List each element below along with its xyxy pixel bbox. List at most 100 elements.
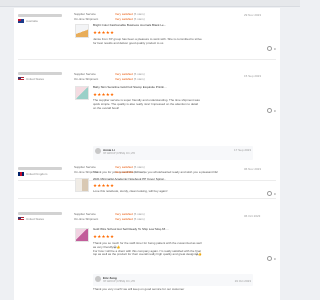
review-text: Love this notebook, sturdy, clean lookin… bbox=[93, 189, 253, 194]
australia-flag-icon bbox=[18, 19, 24, 23]
supplier-count: (5 stars) bbox=[133, 212, 145, 216]
buyer-country: United Kingdom bbox=[26, 172, 48, 176]
thumb-up-icon bbox=[267, 191, 272, 196]
on-time-shipment-label: On-time Shipment bbox=[74, 16, 99, 21]
reviews-panel: Australia Supplier Service On-time Shipm… bbox=[14, 8, 280, 300]
shipment-count: (5 stars) bbox=[133, 169, 145, 174]
reply-text: Thank you very much! we will keep on goo… bbox=[93, 287, 185, 291]
product-title[interactable]: 2021 Minimalist Academic Notebook PP Cov… bbox=[93, 177, 203, 182]
score-values: Very satisfied (5 stars) Very satisfied … bbox=[115, 12, 155, 21]
score-labels: Supplier Service On-time Shipment bbox=[74, 72, 114, 81]
product-thumbnail[interactable] bbox=[75, 178, 89, 192]
review-date: 29 Nov 2023 bbox=[244, 13, 262, 17]
review-line: for best results and deliver good qualit… bbox=[93, 40, 164, 45]
supplier-level: Very satisfied bbox=[115, 72, 133, 76]
score-labels: Supplier Service On-time Shipment bbox=[74, 165, 114, 174]
rating-stars: ★★★★★ bbox=[93, 30, 114, 35]
supplier-reply: Eric Zeng XP GROUP (CHINA) CO.,LTD 19 Oc… bbox=[93, 274, 253, 286]
review-item: United States Supplier Service On-time S… bbox=[14, 202, 280, 300]
review-date: 06 Nov 2023 bbox=[244, 167, 262, 171]
shipment-count: (5 stars) bbox=[133, 76, 145, 81]
product-title[interactable]: Bright Color Fashionable Business Journa… bbox=[93, 23, 203, 28]
score-values: Very satisfied (5 stars) Very satisfied … bbox=[115, 72, 155, 81]
buyer-country: Australia bbox=[26, 19, 38, 23]
like-count: 0 bbox=[274, 191, 276, 196]
buyer-country: United States bbox=[26, 77, 45, 81]
reply-company: XP GROUP (CHINA) CO.,LTD bbox=[103, 280, 136, 283]
shipment-level: Very satisfied bbox=[115, 216, 133, 221]
buyer-name-masked bbox=[18, 14, 62, 17]
review-item: Australia Supplier Service On-time Shipm… bbox=[14, 8, 280, 58]
supplier-reply: Annie Li XP GROUP (CHINA) CO.,LTD 17 Sep… bbox=[93, 146, 253, 160]
supplier-level: Very satisfied bbox=[115, 165, 133, 169]
buyer-name-masked bbox=[18, 167, 62, 170]
like-button[interactable]: 0 bbox=[267, 256, 276, 261]
review-text: Jamie from XP group has been a pleasure … bbox=[93, 37, 253, 46]
rating-stars: ★★★★★ bbox=[93, 92, 114, 97]
review-text: The supplier service is super friendly a… bbox=[93, 98, 253, 110]
divider bbox=[18, 59, 276, 60]
on-time-shipment-label: On-time Shipment bbox=[74, 216, 99, 221]
like-button[interactable]: 0 bbox=[267, 108, 276, 113]
reply-date: 19 Oct 2023 bbox=[234, 279, 251, 283]
review-line: top as well as the product for their ove… bbox=[93, 252, 203, 257]
buyer-name-masked bbox=[18, 72, 62, 75]
rating-stars: ★★★★★ bbox=[93, 234, 114, 239]
supplier-level: Very satisfied bbox=[115, 212, 133, 216]
shipment-level: Very satisfied bbox=[115, 16, 133, 21]
buyer-info: United States bbox=[18, 72, 62, 81]
thumb-up-icon bbox=[267, 256, 272, 261]
product-title[interactable]: Gold Wire School Hot Sell Ready To Ship … bbox=[93, 227, 203, 232]
divider bbox=[18, 198, 276, 199]
supplier-level: Very satisfied bbox=[115, 12, 133, 16]
supplier-avatar bbox=[95, 276, 101, 282]
review-date: 06 Oct 2023 bbox=[244, 214, 261, 218]
buyer-name-masked bbox=[18, 212, 62, 215]
like-button[interactable]: 0 bbox=[267, 46, 276, 51]
buyer-info: United Kingdom bbox=[18, 167, 62, 176]
score-values: Very satisfied (5 stars) Very satisfied … bbox=[115, 165, 155, 174]
product-thumbnail[interactable] bbox=[75, 24, 89, 38]
score-values: Very satisfied (5 stars) Very satisfied … bbox=[115, 212, 155, 221]
buyer-info: Australia bbox=[18, 14, 62, 23]
buyer-country: United States bbox=[26, 217, 45, 221]
united-states-flag-icon bbox=[18, 217, 24, 221]
star-icon: ★ bbox=[109, 92, 115, 97]
shipment-count: (5 stars) bbox=[133, 216, 145, 221]
buyer-info: United States bbox=[18, 212, 62, 221]
supplier-count: (5 stars) bbox=[133, 72, 145, 76]
shipment-level: Very satisfied bbox=[115, 169, 133, 174]
star-icon: ★ bbox=[109, 234, 115, 239]
reply-company: XP GROUP (CHINA) CO.,LTD bbox=[103, 152, 136, 155]
on-time-shipment-label: On-time Shipment bbox=[74, 169, 99, 174]
review-text: Thank you so much for the swift timer fo… bbox=[93, 241, 253, 257]
supplier-count: (5 stars) bbox=[133, 165, 145, 169]
thumb-up-icon bbox=[267, 108, 272, 113]
supplier-avatar bbox=[95, 148, 101, 154]
product-thumbnail[interactable] bbox=[75, 86, 89, 100]
star-icon: ★ bbox=[109, 30, 115, 35]
score-labels: Supplier Service On-time Shipment bbox=[74, 212, 114, 221]
review-line: on the overall book! bbox=[93, 105, 120, 110]
shipment-count: (5 stars) bbox=[133, 16, 145, 21]
like-count: 0 bbox=[274, 108, 276, 113]
score-labels: Supplier Service On-time Shipment bbox=[74, 12, 114, 21]
review-item: United States Supplier Service On-time S… bbox=[14, 62, 280, 162]
rating-stars: ★★★★★ bbox=[93, 183, 114, 188]
like-count: 0 bbox=[274, 256, 276, 261]
review-date: 15 Sep 2023 bbox=[244, 74, 262, 78]
top-bar bbox=[0, 0, 300, 7]
shipment-level: Very satisfied bbox=[115, 76, 133, 81]
star-icon: ★ bbox=[109, 183, 115, 188]
on-time-shipment-label: On-time Shipment bbox=[74, 76, 99, 81]
thumb-up-icon bbox=[267, 46, 272, 51]
reply-date: 17 Sep 2023 bbox=[233, 148, 251, 152]
united-states-flag-icon bbox=[18, 77, 24, 81]
product-title[interactable]: Baby Skin Sensitive Gold Foil Stamp Exqu… bbox=[93, 85, 203, 90]
supplier-count: (5 stars) bbox=[133, 12, 145, 16]
united-kingdom-flag-icon bbox=[18, 172, 24, 176]
like-count: 0 bbox=[274, 46, 276, 51]
review-line: Love this notebook, sturdy, clean lookin… bbox=[93, 189, 168, 193]
like-button[interactable]: 0 bbox=[267, 191, 276, 196]
product-thumbnail[interactable] bbox=[75, 228, 89, 242]
